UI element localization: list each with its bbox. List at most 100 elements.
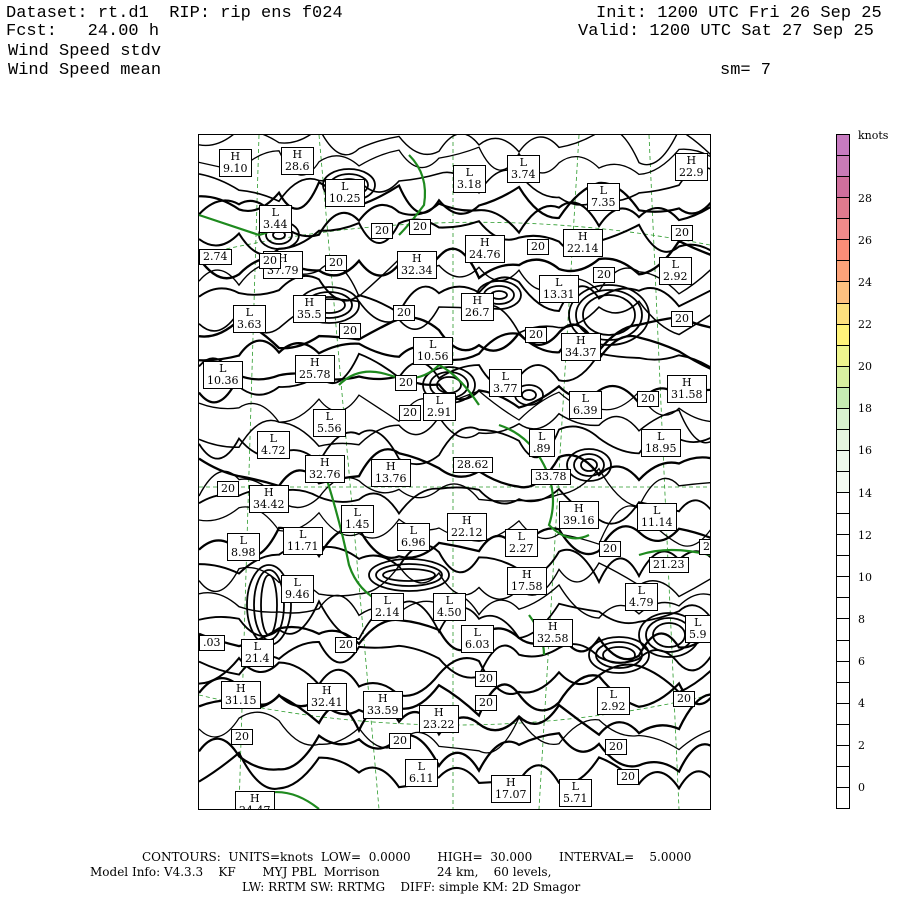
contour-value-label: 20 <box>475 671 497 687</box>
high-label: H 32.34 <box>397 251 437 279</box>
contour-value-label: 20 <box>231 729 253 745</box>
high-label: H 31.58 <box>667 375 707 403</box>
colorbar-tick-label: 22 <box>858 318 872 331</box>
contour-value-label: 20 <box>389 733 411 749</box>
low-label: L 3.63 <box>233 305 266 333</box>
high-label: H 31.15 <box>221 681 261 709</box>
high-label: H 22.12 <box>447 513 487 541</box>
high-label: H 34.42 <box>249 485 289 513</box>
contour-value-label: 20 <box>217 481 239 497</box>
contour-value-label: 20 <box>339 323 361 339</box>
colorbar-tick-label: 26 <box>858 234 872 247</box>
low-label: L 6.03 <box>461 625 494 653</box>
low-label: L 2.91 <box>423 393 456 421</box>
contour-value-label: 20 <box>671 225 693 241</box>
colorbar-swatch <box>836 176 850 199</box>
low-label: L 6.96 <box>397 523 430 551</box>
high-label: H 32.58 <box>533 619 573 647</box>
colorbar-swatch <box>836 681 850 704</box>
contour-value-label: 20 <box>605 739 627 755</box>
colorbar-swatch <box>836 407 850 430</box>
low-label: L 5.9 <box>685 615 710 643</box>
contour-value-label: 20 <box>593 267 615 283</box>
contour-value-label: 20 <box>399 405 421 421</box>
contour-value-label: 20 <box>527 239 549 255</box>
low-label: L 21.4 <box>241 639 274 667</box>
low-label: L 4.79 <box>625 583 658 611</box>
colorbar-tick-label: 12 <box>858 529 872 542</box>
contour-info: CONTOURS: UNITS=knots LOW= 0.0000 HIGH= … <box>142 850 692 864</box>
colorbar-tick-label: 24 <box>858 276 872 289</box>
contour-value-label: 20 <box>371 223 393 239</box>
forecast-hour: Fcst: 24.00 h <box>6 22 160 41</box>
high-label: H 24.76 <box>465 235 505 263</box>
extremum-label: 33.78 <box>531 469 571 485</box>
high-label: H 22.14 <box>563 229 603 257</box>
colorbar-tick-label: 28 <box>858 192 872 205</box>
low-label: L 11.14 <box>637 503 677 531</box>
smoothing-label: sm= 7 <box>720 61 772 80</box>
colorbar-swatch <box>836 281 850 304</box>
colorbar-tick-label: 18 <box>858 402 872 415</box>
high-label: H24.47 <box>235 791 275 809</box>
low-label: L 13.31 <box>539 275 579 303</box>
contour-value-label: 20 <box>409 219 431 235</box>
low-label: L 1.45 <box>341 505 374 533</box>
map-panel: H 9.10 H 28.6 L 10.25 L 3.18 L 3.74 H 22.9 L 3.44 L 7.3… <box>198 134 711 810</box>
low-label: L 3.44 <box>259 205 292 233</box>
colorbar <box>836 134 850 809</box>
extremum-label: 2.74 <box>199 249 232 265</box>
colorbar-tick-label: 6 <box>858 655 865 668</box>
colorbar-swatch <box>836 471 850 494</box>
colorbar-swatch <box>836 534 850 557</box>
low-label: L 4.72 <box>257 431 290 459</box>
low-label: L 6.39 <box>569 391 602 419</box>
low-label: L 10.56 <box>413 337 453 365</box>
low-label: L 2.27 <box>505 529 538 557</box>
low-label: L 11.71 <box>283 527 323 555</box>
extremum-label: 28.62 <box>453 457 493 473</box>
colorbar-swatch <box>836 765 850 788</box>
low-label: L 7.35 <box>587 183 620 211</box>
colorbar-tick-label: 0 <box>858 781 865 794</box>
low-label: L 8.98 <box>227 533 260 561</box>
low-label: L 10.36 <box>203 361 243 389</box>
colorbar-tick-label: 2 <box>858 739 865 752</box>
colorbar-swatch <box>836 597 850 620</box>
colorbar-tick-label: 16 <box>858 444 872 457</box>
colorbar-tick-label: 14 <box>858 487 872 500</box>
high-label: H 23.22 <box>419 705 459 733</box>
colorbar-swatch <box>836 239 850 262</box>
low-label: L 5.71 <box>559 779 592 807</box>
contour-value-label: 20 <box>395 375 417 391</box>
colorbar-swatch <box>836 428 850 451</box>
high-label: H 25.78 <box>295 355 335 383</box>
contour-value-label: 20 <box>617 769 639 785</box>
valid-time: Valid: 1200 UTC Sat 27 Sep 25 <box>578 22 874 41</box>
colorbar-tick-label: 4 <box>858 697 865 710</box>
low-label: L 3.77 <box>489 369 522 397</box>
field-2-name: Wind Speed mean <box>8 61 162 80</box>
extremum-label: .03 <box>199 635 225 651</box>
contour-value-label: 20 <box>475 695 497 711</box>
low-label: L 6.11 <box>405 759 438 787</box>
dataset-line: Dataset: rt.d1 RIP: rip ens f024 <box>6 4 343 23</box>
low-label: L 18.95 <box>641 429 681 457</box>
low-label: L 3.18 <box>453 165 486 193</box>
model-info: Model Info: V4.3.3 KF MYJ PBL Morrison 2… <box>90 865 552 879</box>
high-label: H 35.5 <box>293 295 326 323</box>
colorbar-swatch <box>836 702 850 725</box>
high-label: H 28.6 <box>281 147 314 175</box>
colorbar-swatch <box>836 576 850 599</box>
high-label: H 39.16 <box>559 501 599 529</box>
contour-value-label: 20 <box>393 305 415 321</box>
high-label: H 34.37 <box>561 333 601 361</box>
contour-value-label: 20 <box>335 637 357 653</box>
colorbar-swatch <box>836 323 850 346</box>
physics-info: LW: RRTM SW: RRTMG DIFF: simple KM: 2D S… <box>242 880 581 894</box>
colorbar-swatch <box>836 723 850 746</box>
colorbar-swatch <box>836 260 850 283</box>
colorbar-swatch <box>836 786 850 809</box>
high-label: H 22.9 <box>675 153 708 181</box>
low-label: L 10.25 <box>325 179 365 207</box>
